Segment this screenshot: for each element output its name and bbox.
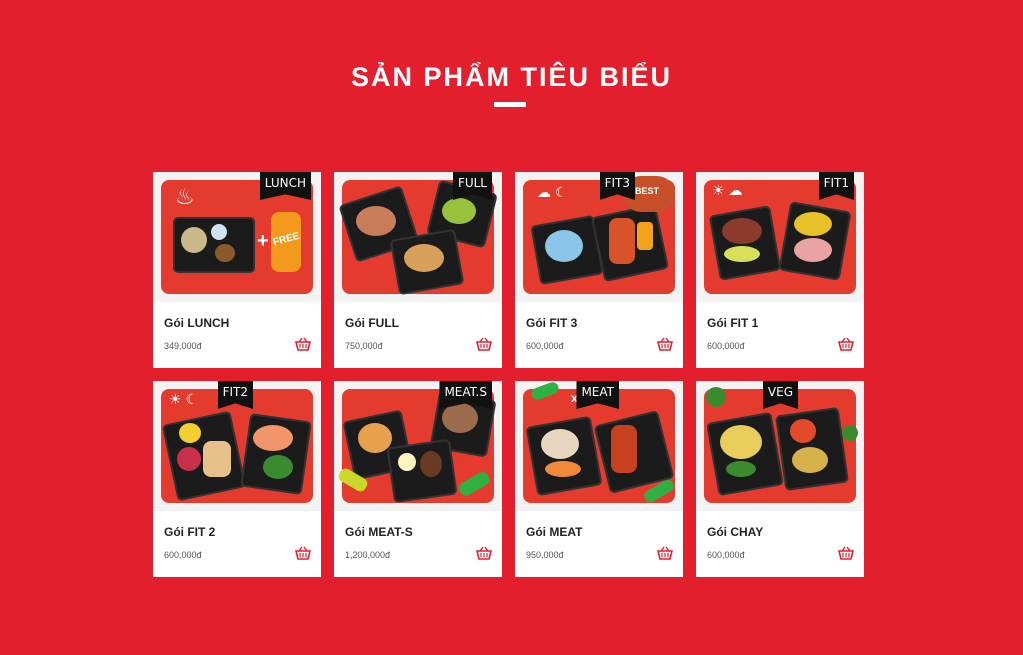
- product-price: 349,000đ: [164, 341, 202, 351]
- product-card-fit1[interactable]: ☀ ☁ FIT1 Gói FIT 1 600,000đ: [696, 172, 864, 368]
- product-card-meat[interactable]: x2 MEAT Gói MEAT 950,000đ: [515, 381, 683, 577]
- product-price: 600,000đ: [707, 341, 745, 351]
- product-price: 1,200,000đ: [345, 550, 391, 560]
- basket-icon[interactable]: [295, 337, 311, 351]
- product-name[interactable]: Gói FIT 2: [164, 525, 215, 539]
- basket-icon[interactable]: [476, 337, 492, 351]
- product-card-fit3[interactable]: ☁ ☾ BEST FIT3 Gói FIT 3 600,000đ: [515, 172, 683, 368]
- product-grid: ♨ + FREE LUNCH Gói LUNCH 349,000đ FULL G…: [153, 172, 864, 577]
- product-name[interactable]: Gói MEAT-S: [345, 525, 413, 539]
- product-name[interactable]: Gói LUNCH: [164, 316, 229, 330]
- section-title: SẢN PHẨM TIÊU BIỂU: [350, 62, 673, 92]
- product-name[interactable]: Gói FIT 1: [707, 316, 758, 330]
- basket-icon[interactable]: [838, 337, 854, 351]
- basket-icon[interactable]: [657, 546, 673, 560]
- product-name[interactable]: Gói MEAT: [526, 525, 582, 539]
- product-name[interactable]: Gói FIT 3: [526, 316, 577, 330]
- product-name[interactable]: Gói FULL: [345, 316, 399, 330]
- product-name[interactable]: Gói CHAY: [707, 525, 763, 539]
- title-underline: [494, 102, 526, 107]
- best-badge-label: BEST: [635, 186, 660, 196]
- basket-icon[interactable]: [295, 546, 311, 560]
- basket-icon[interactable]: [476, 546, 492, 560]
- product-card-fit2[interactable]: ☀ ☾ FIT2 Gói FIT 2 600,000đ: [153, 381, 321, 577]
- product-card-lunch[interactable]: ♨ + FREE LUNCH Gói LUNCH 349,000đ: [153, 172, 321, 368]
- product-price: 950,000đ: [526, 550, 564, 560]
- product-image[interactable]: ☁ ☾ BEST: [515, 172, 683, 302]
- product-price: 750,000đ: [345, 341, 383, 351]
- basket-icon[interactable]: [657, 337, 673, 351]
- product-price: 600,000đ: [526, 341, 564, 351]
- product-card-meat-s[interactable]: MEAT.S Gói MEAT-S 1,200,000đ: [334, 381, 502, 577]
- basket-icon[interactable]: [838, 546, 854, 560]
- product-price: 600,000đ: [164, 550, 202, 560]
- product-price: 600,000đ: [707, 550, 745, 560]
- product-card-full[interactable]: FULL Gói FULL 750,000đ: [334, 172, 502, 368]
- product-card-chay[interactable]: VEG Gói CHAY 600,000đ: [696, 381, 864, 577]
